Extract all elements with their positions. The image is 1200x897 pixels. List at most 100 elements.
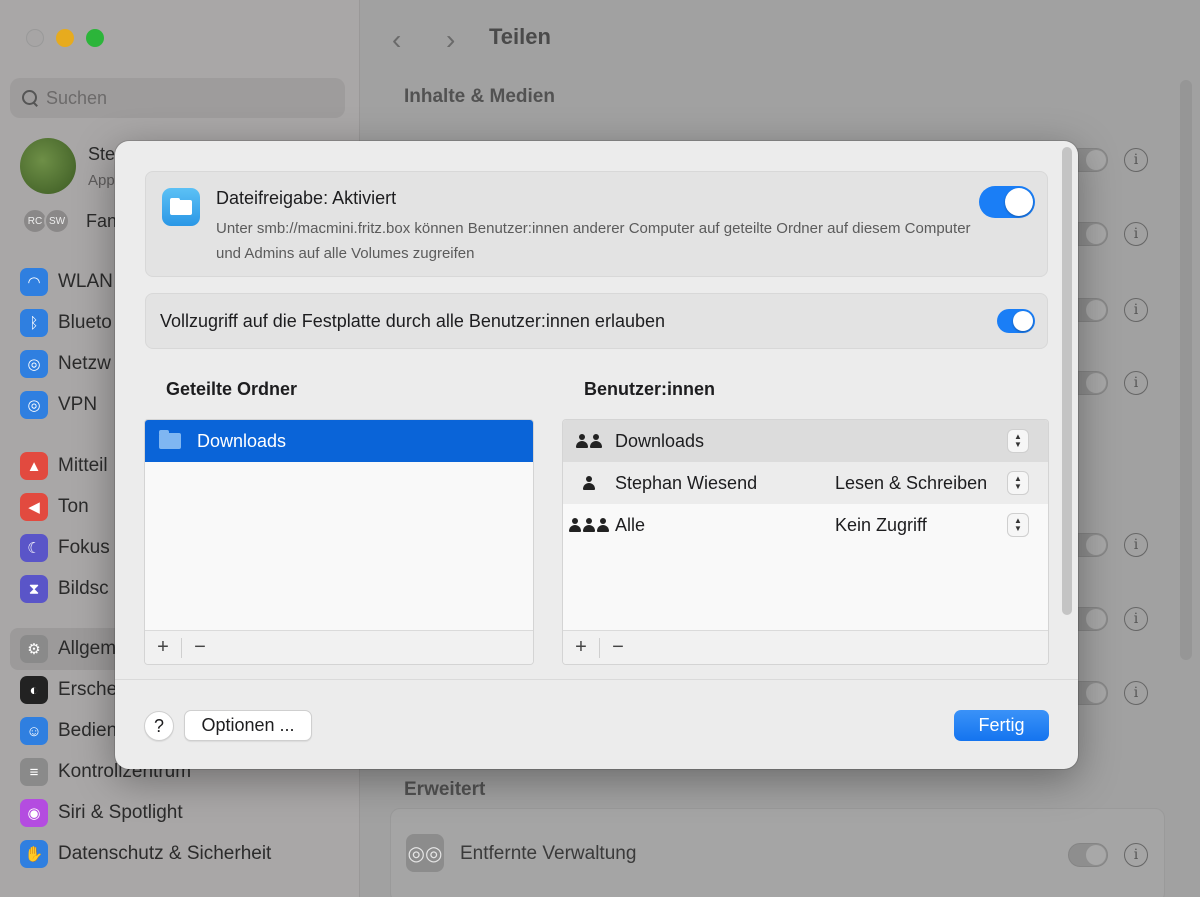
- window-scrollbar[interactable]: [1180, 80, 1192, 660]
- sidebar-item[interactable]: ✋ Datenschutz & Sicherheit: [20, 838, 271, 870]
- shared-folder-label: Downloads: [197, 430, 287, 451]
- avatar[interactable]: [20, 138, 76, 194]
- full-disk-access-toggle[interactable]: [997, 309, 1035, 333]
- sidebar-item-label: Blueto: [58, 312, 112, 333]
- done-button[interactable]: Fertig: [954, 710, 1049, 741]
- folder-icon: [162, 188, 200, 226]
- sidebar-item[interactable]: ⚙ Allgem: [20, 633, 116, 665]
- hand-icon: ✋: [20, 840, 48, 868]
- info-icon[interactable]: i: [1124, 371, 1148, 395]
- speaker-icon: ◀: [20, 493, 48, 521]
- search-field[interactable]: Suchen: [10, 78, 345, 118]
- sidebar-item-family[interactable]: Fan: [86, 211, 117, 232]
- info-icon[interactable]: i: [1124, 533, 1148, 557]
- info-icon[interactable]: i: [1124, 843, 1148, 867]
- search-placeholder: Suchen: [46, 87, 108, 108]
- forward-icon[interactable]: ›: [446, 24, 455, 56]
- sidebar-item[interactable]: ☾ Fokus: [20, 532, 110, 564]
- person-icon: [563, 476, 615, 490]
- page-title: Teilen: [489, 24, 551, 49]
- shared-folders-header: Geteilte Ordner: [166, 379, 298, 399]
- help-button[interactable]: ?: [144, 711, 174, 741]
- sidebar-item-label: Bedien: [58, 720, 118, 741]
- zoom-window-button[interactable]: [86, 29, 104, 47]
- file-sharing-title: Dateifreigabe: Aktiviert: [216, 188, 397, 208]
- section-heading-advanced: Erweitert: [404, 779, 486, 800]
- profile-subtitle: App: [88, 172, 115, 189]
- full-disk-access-card: Vollzugriff auf die Festplatte durch all…: [145, 293, 1048, 349]
- users-footer: + −: [563, 630, 1048, 664]
- user-name: Downloads: [615, 430, 705, 451]
- accessibility-icon: ☺: [20, 717, 48, 745]
- user-name: Alle: [615, 514, 646, 535]
- info-icon[interactable]: i: [1124, 681, 1148, 705]
- profile-name[interactable]: Ste: [88, 144, 115, 165]
- bell-icon: ▲: [20, 452, 48, 480]
- moon-icon: ☾: [20, 534, 48, 562]
- vpn-globe-icon: ◎: [20, 391, 48, 419]
- sidebar-item[interactable]: ᛒ Blueto: [20, 307, 112, 339]
- user-permission: Lesen & Schreiben: [835, 472, 988, 493]
- list-item[interactable]: Downloads: [145, 420, 533, 462]
- appearance-icon: ◐: [20, 676, 48, 704]
- user-name: Stephan Wiesend: [615, 472, 758, 493]
- everyone-icon: [563, 518, 615, 532]
- sidebar-item-label: Ton: [58, 496, 89, 517]
- minimize-window-button[interactable]: [56, 29, 74, 47]
- binoculars-icon: ◎◎: [406, 834, 444, 872]
- back-icon[interactable]: ‹: [392, 24, 401, 56]
- full-disk-access-label: Vollzugriff auf die Festplatte durch all…: [160, 311, 665, 331]
- sidebar-item[interactable]: ☺ Bedien: [20, 715, 117, 747]
- user-permission: Kein Zugriff: [835, 514, 927, 535]
- globe-icon: ◎: [20, 350, 48, 378]
- remote-management-label: Entfernte Verwaltung: [460, 843, 637, 864]
- options-button[interactable]: Optionen ...: [184, 710, 312, 741]
- file-sharing-description: Unter smb://macmini.fritz.box können Ben…: [216, 220, 971, 262]
- hourglass-icon: ⧗: [20, 575, 48, 603]
- sidebar-item[interactable]: ◎ Netzw: [20, 348, 111, 380]
- permission-popup-button[interactable]: ▲ ▼: [1007, 513, 1029, 537]
- sidebar-item-label: Allgem: [58, 638, 117, 659]
- users-list: Downloads ▲ ▼ Stephan Wiesend Lesen & Sch…: [562, 419, 1049, 665]
- shared-folders-list: Downloads + −: [144, 419, 534, 665]
- group-icon: [563, 434, 615, 448]
- sidebar-item-label: Datenschutz & Sicherheit: [58, 843, 272, 864]
- permission-popup-button[interactable]: ▲ ▼: [1007, 471, 1029, 495]
- sidebar-item-label: WLAN: [58, 271, 113, 292]
- sidebar-item[interactable]: ◉ Siri & Spotlight: [20, 797, 183, 829]
- add-user-button[interactable]: +: [563, 631, 599, 665]
- table-row[interactable]: Downloads ▲ ▼: [563, 420, 1048, 462]
- info-icon[interactable]: i: [1124, 298, 1148, 322]
- sidebar-item[interactable]: ◎ VPN: [20, 389, 97, 421]
- file-sharing-toggle[interactable]: [979, 186, 1035, 218]
- folder-icon: [159, 430, 181, 449]
- sidebar-item[interactable]: ◐ Ersche: [20, 674, 117, 706]
- remote-management-toggle[interactable]: [1068, 843, 1108, 867]
- shared-folders-footer: + −: [145, 630, 533, 664]
- sidebar-item-label: Fokus: [58, 537, 110, 558]
- sidebar-item-label: Mitteil: [58, 455, 108, 476]
- permission-popup-button[interactable]: ▲ ▼: [1007, 429, 1029, 453]
- sidebar-item[interactable]: ⧗ Bildsc: [20, 573, 109, 605]
- file-sharing-card: Dateifreigabe: Aktiviert Unter smb://mac…: [145, 171, 1048, 277]
- remove-folder-button[interactable]: −: [182, 631, 218, 665]
- family-badge: SW: [44, 208, 70, 234]
- sidebar-item-label: Bildsc: [58, 578, 109, 599]
- table-row[interactable]: Stephan Wiesend Lesen & Schreiben ▲ ▼: [563, 462, 1048, 504]
- sidebar-item[interactable]: ◠ WLAN: [20, 266, 113, 298]
- sidebar-item[interactable]: ◀ Ton: [20, 491, 89, 523]
- users-header: Benutzer:innen: [584, 379, 716, 399]
- table-row[interactable]: Alle Kein Zugriff ▲ ▼: [563, 504, 1048, 546]
- info-icon[interactable]: i: [1124, 222, 1148, 246]
- add-folder-button[interactable]: +: [145, 631, 181, 665]
- dialog-scrollbar[interactable]: [1062, 147, 1072, 615]
- sidebar-item[interactable]: ▲ Mitteil: [20, 450, 108, 482]
- file-sharing-dialog: Dateifreigabe: Aktiviert Unter smb://mac…: [115, 141, 1078, 769]
- remove-user-button[interactable]: −: [600, 631, 636, 665]
- search-icon: [22, 90, 38, 106]
- sidebar-item-label: VPN: [58, 394, 98, 415]
- close-window-button[interactable]: [26, 29, 44, 47]
- info-icon[interactable]: i: [1124, 148, 1148, 172]
- info-icon[interactable]: i: [1124, 607, 1148, 631]
- control-center-icon: ≡: [20, 758, 48, 786]
